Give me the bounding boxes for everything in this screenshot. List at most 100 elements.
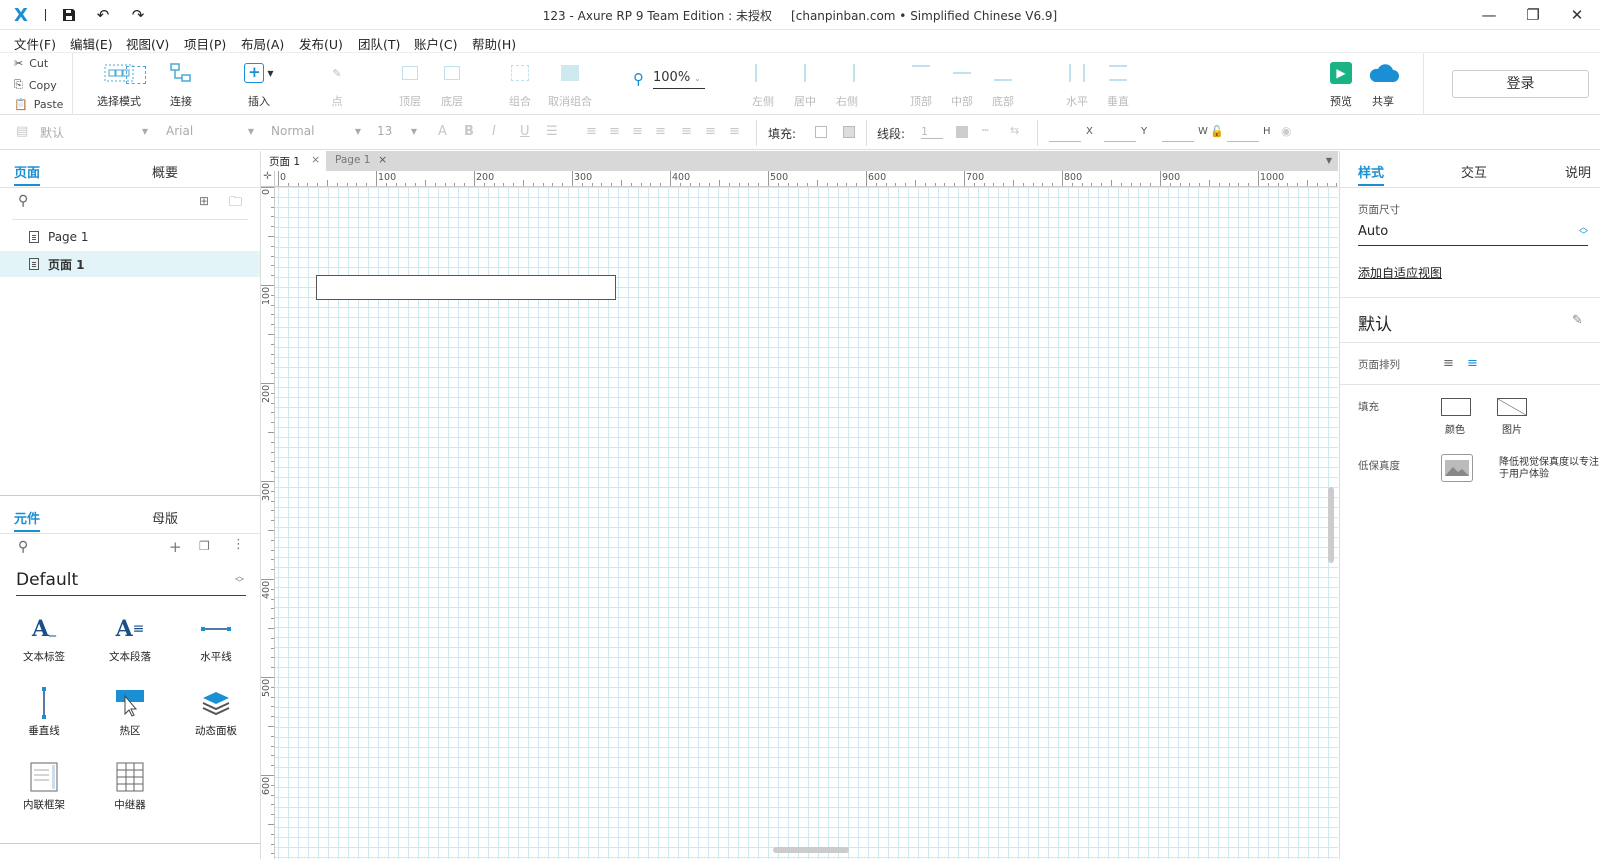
ruler-vertical[interactable]: 0 100 200 300 400 500 600: [261, 187, 275, 859]
distribute-v-button[interactable]: 垂直: [1103, 59, 1133, 109]
tab-menu-chevron-icon[interactable]: ▼: [1326, 156, 1332, 165]
low-fidelity-toggle[interactable]: [1441, 454, 1473, 482]
tab-pages[interactable]: 页面: [14, 162, 40, 181]
align-page-center-icon[interactable]: ≡: [1467, 356, 1478, 371]
ruler-corner-icon[interactable]: ✛: [261, 171, 275, 187]
widget-text-label[interactable]: A _ 文本标签: [2, 609, 86, 664]
valign-bottom-icon[interactable]: ≡: [729, 124, 740, 139]
crop-select-icon[interactable]: [126, 66, 146, 84]
share-button[interactable]: 共享: [1366, 59, 1400, 109]
point-button[interactable]: ✎ 点: [322, 59, 352, 109]
bold-icon[interactable]: B: [464, 124, 474, 139]
redo-icon[interactable]: ↷: [123, 0, 153, 30]
tab-masters[interactable]: 母版: [152, 508, 178, 527]
library-options-icon[interactable]: ❐: [199, 539, 210, 553]
more-icon[interactable]: ⋮: [232, 537, 245, 552]
align-middle-button[interactable]: 中部: [947, 59, 977, 109]
tab-interactions[interactable]: 交互: [1461, 162, 1487, 181]
horizontal-scrollbar[interactable]: [773, 847, 849, 853]
widget-repeater[interactable]: 中继器: [88, 757, 172, 812]
ungroup-button[interactable]: 取消组合: [545, 59, 595, 109]
add-page-icon[interactable]: ⊞: [199, 194, 209, 208]
arrow-style-icon[interactable]: ⇆: [1010, 124, 1019, 137]
menu-project[interactable]: 项目(P): [184, 34, 226, 53]
paste-button[interactable]: 📋 Paste: [14, 98, 63, 111]
style-select[interactable]: 默认 ▼: [40, 124, 148, 142]
zoom-select[interactable]: 100% ⌄: [653, 70, 705, 89]
widget-text-paragraph[interactable]: A ≡ 文本段落: [88, 609, 172, 664]
lock-icon[interactable]: 🔓: [1210, 125, 1224, 138]
search-icon[interactable]: ⚲: [18, 193, 28, 209]
menu-account[interactable]: 账户(C): [414, 34, 457, 53]
tab-widgets[interactable]: 元件: [14, 508, 40, 527]
widget-horizontal-line[interactable]: 水平线: [174, 609, 258, 664]
text-color-icon[interactable]: A: [438, 124, 447, 139]
valign-top-icon[interactable]: ≡: [681, 124, 692, 139]
preview-button[interactable]: ▶ 预览: [1326, 59, 1356, 109]
w-input[interactable]: [1162, 141, 1194, 142]
search-icon[interactable]: ⚲: [18, 539, 28, 555]
undo-icon[interactable]: ↶: [88, 0, 118, 30]
font-size-select[interactable]: 13 ▼: [377, 124, 417, 142]
copy-button[interactable]: ⎘ Copy: [14, 78, 57, 92]
align-center-button[interactable]: 居中: [790, 59, 820, 109]
widget-hotspot[interactable]: 热区: [88, 683, 172, 738]
edit-style-icon[interactable]: ✎: [1572, 313, 1583, 328]
fill-color-swatch[interactable]: [815, 126, 827, 138]
library-select[interactable]: Default ︿ ﹀: [16, 570, 246, 596]
vertical-scrollbar[interactable]: [1328, 487, 1334, 563]
align-left-button[interactable]: 左侧: [748, 59, 778, 109]
distribute-h-button[interactable]: 水平: [1062, 59, 1092, 109]
x-input[interactable]: [1049, 141, 1081, 142]
list-icon[interactable]: ☰: [546, 124, 558, 139]
h-input[interactable]: [1227, 141, 1259, 142]
align-right-button[interactable]: 右侧: [832, 59, 862, 109]
close-icon[interactable]: ×: [311, 154, 320, 166]
save-icon[interactable]: [54, 0, 84, 30]
align-bottom-button[interactable]: 底部: [988, 59, 1018, 109]
tab-notes[interactable]: 说明: [1565, 162, 1591, 181]
insert-button[interactable]: + ▼ 插入: [244, 59, 274, 109]
line-width-input[interactable]: 1: [921, 125, 943, 139]
page-item-selected[interactable]: 页面 1: [0, 251, 260, 277]
weight-select[interactable]: Normal ▼: [271, 124, 361, 142]
align-text-left-icon[interactable]: ≡: [586, 124, 597, 139]
fill-color-swatch[interactable]: [1441, 398, 1471, 416]
menu-file[interactable]: 文件(F): [14, 34, 56, 53]
underline-icon[interactable]: U: [520, 124, 530, 139]
italic-icon[interactable]: I: [492, 124, 496, 139]
add-library-icon[interactable]: +: [169, 538, 182, 556]
bottom-layer-button[interactable]: 底层: [437, 59, 467, 109]
tab-outline[interactable]: 概要: [152, 162, 178, 181]
top-layer-button[interactable]: 顶层: [395, 59, 425, 109]
menu-team[interactable]: 团队(T): [358, 34, 400, 53]
align-text-right-icon[interactable]: ≡: [632, 124, 643, 139]
group-button[interactable]: 组合: [505, 59, 535, 109]
menu-edit[interactable]: 编辑(E): [70, 34, 113, 53]
align-top-button[interactable]: 顶部: [906, 59, 936, 109]
line-color-swatch[interactable]: [956, 126, 968, 138]
cut-button[interactable]: ✂ Cut: [14, 57, 48, 70]
eye-icon[interactable]: ◉: [1281, 124, 1291, 138]
page-size-select[interactable]: Auto ︿ ﹀: [1358, 224, 1588, 246]
connect-button[interactable]: 连接: [166, 59, 196, 109]
valign-middle-icon[interactable]: ≡: [705, 124, 716, 139]
minimize-icon[interactable]: —: [1466, 0, 1512, 30]
close-icon[interactable]: ×: [378, 154, 387, 166]
shadow-swatch[interactable]: [843, 126, 855, 138]
panel-splitter[interactable]: [0, 495, 260, 496]
align-page-left-icon[interactable]: ≡: [1443, 356, 1454, 371]
font-select[interactable]: Arial ▼: [166, 124, 254, 142]
add-folder-icon[interactable]: 🗀: [229, 193, 242, 215]
menu-publish[interactable]: 发布(U): [299, 34, 343, 53]
align-text-center-icon[interactable]: ≡: [609, 124, 620, 139]
align-text-justify-icon[interactable]: ≡: [655, 124, 666, 139]
canvas-rectangle-shape[interactable]: [316, 275, 616, 300]
ruler-horizontal[interactable]: 0 100 200 300 400 500 600 700 800 900 1000: [275, 171, 1338, 187]
menu-view[interactable]: 视图(V): [126, 34, 169, 53]
canvas-tab-active[interactable]: 页面 1 ×: [261, 151, 326, 171]
close-icon[interactable]: ✕: [1554, 0, 1600, 30]
fill-image-swatch[interactable]: [1497, 398, 1527, 416]
canvas-tab[interactable]: Page 1 ×: [327, 151, 393, 171]
y-input[interactable]: [1104, 141, 1136, 142]
